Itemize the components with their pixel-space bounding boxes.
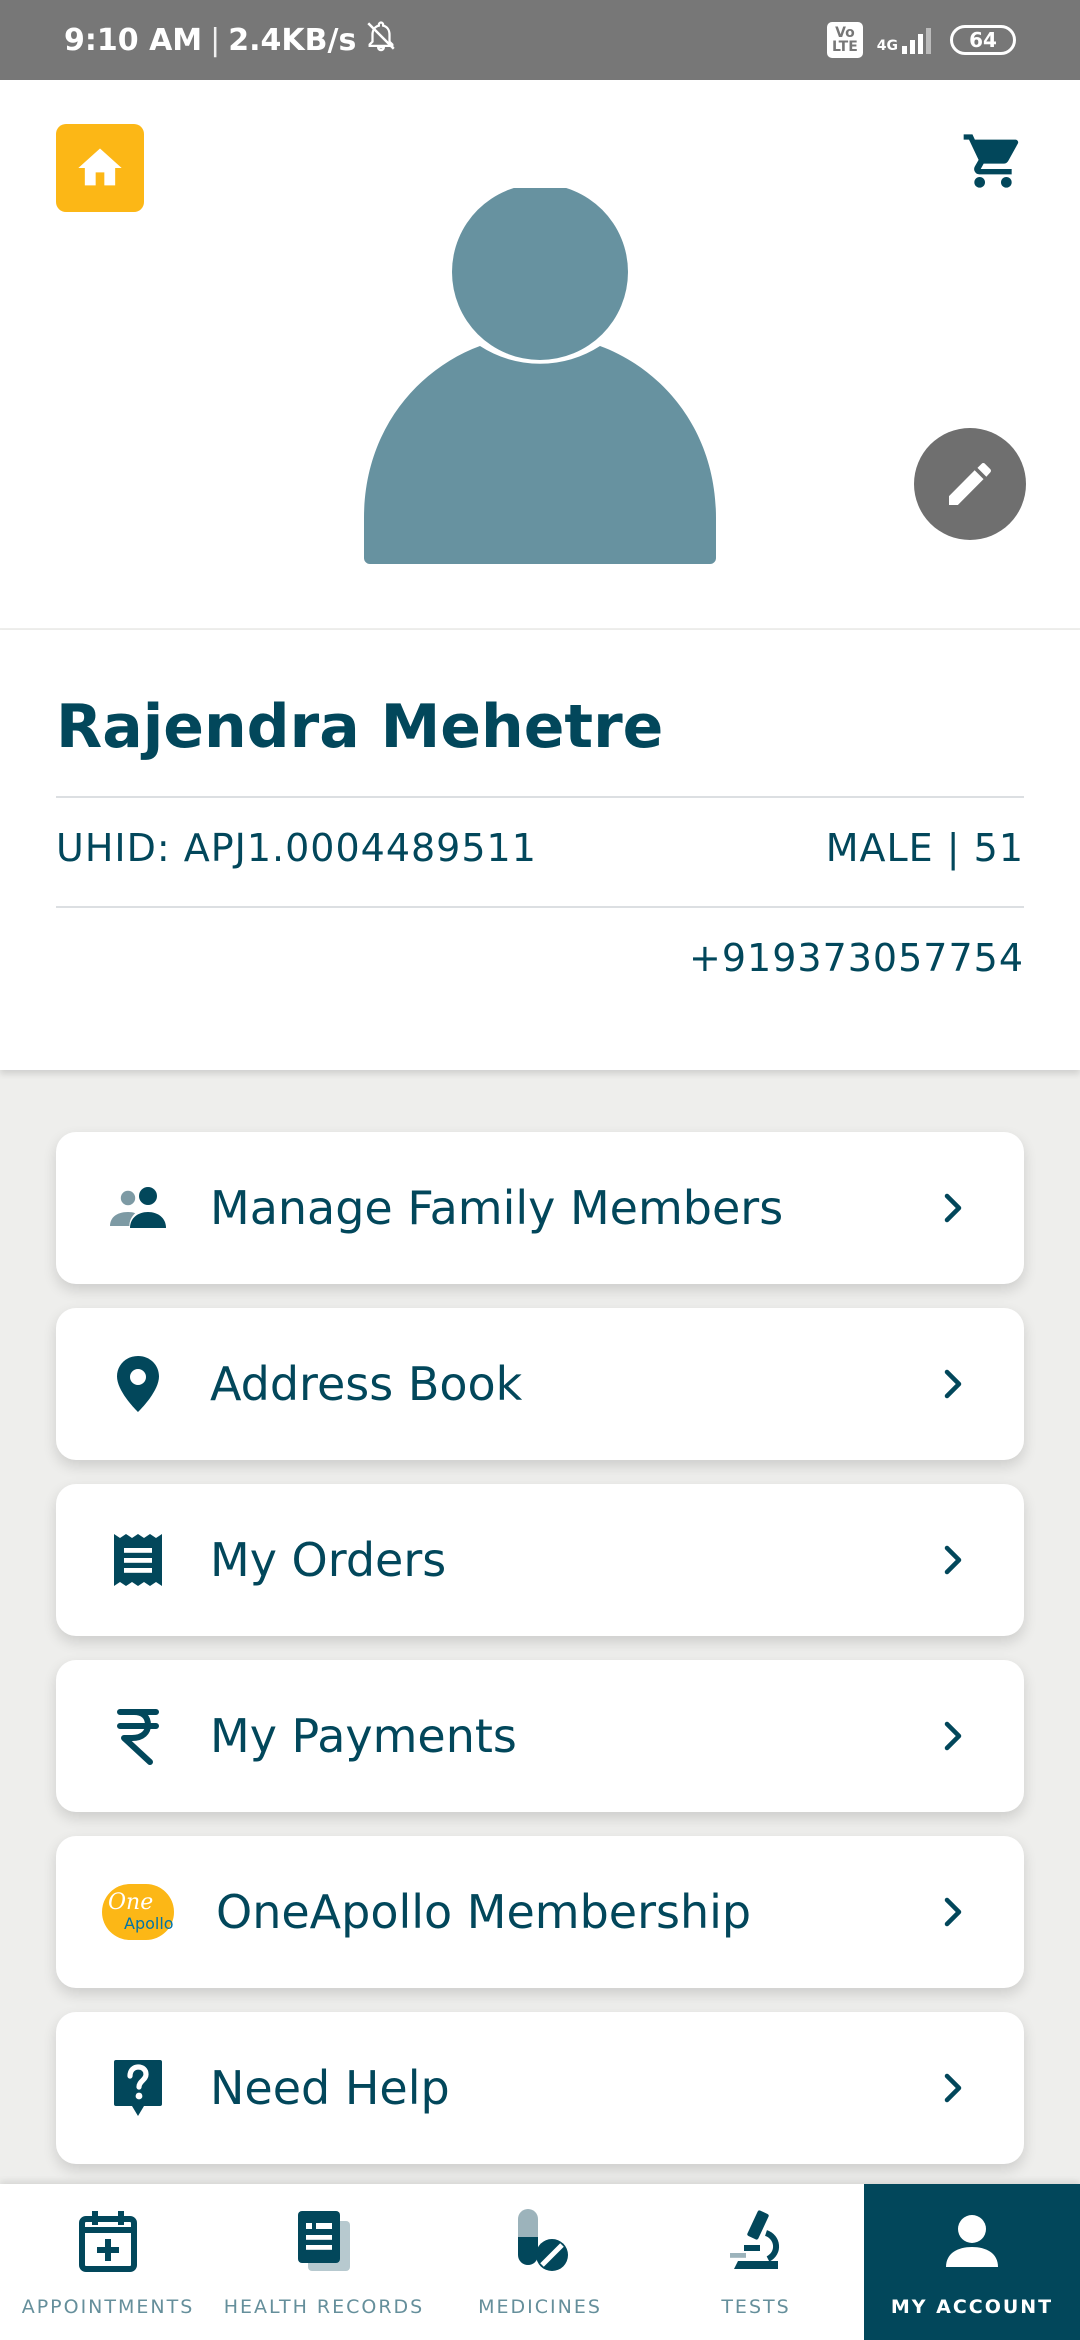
battery-level: 64 [969, 28, 997, 52]
nav-medicines[interactable]: MEDICINES [432, 2184, 648, 2340]
nav-my-account[interactable]: MY ACCOUNT [864, 2184, 1080, 2340]
person-icon [939, 2208, 1005, 2274]
status-time: 9:10 AM [64, 22, 203, 58]
rupee-icon [102, 1704, 174, 1768]
avatar[interactable] [360, 184, 720, 568]
edit-profile-button[interactable] [914, 428, 1026, 540]
uhid-text: UHID: APJ1.0004489511 [56, 826, 537, 870]
pencil-icon [949, 463, 991, 505]
logo-text-one: One [108, 1890, 154, 1915]
menu-item-label: Need Help [210, 2061, 450, 2115]
status-speed: 2.4KB/s [228, 22, 357, 58]
calendar-plus-icon [75, 2208, 141, 2274]
nav-label: APPOINTMENTS [21, 2296, 195, 2318]
menu-item-address-book[interactable]: Address Book [56, 1308, 1024, 1460]
bottom-navigation: APPOINTMENTS HEALTH RECORDS MEDICINES TE… [0, 2184, 1080, 2340]
menu-item-label: My Payments [210, 1709, 517, 1763]
status-bar: 9:10 AM | 2.4KB/s Vo LTE 4G 64 [0, 0, 1080, 80]
nav-health-records[interactable]: HEALTH RECORDS [216, 2184, 432, 2340]
microscope-icon [723, 2208, 789, 2274]
menu-item-label: Address Book [210, 1357, 523, 1411]
pills-icon [507, 2208, 573, 2274]
volte-icon: Vo LTE [827, 22, 863, 58]
chevron-right-icon [944, 1897, 962, 1927]
phone-number: +919373057754 [689, 936, 1024, 980]
family-icon [102, 1176, 174, 1240]
menu-item-label: My Orders [210, 1533, 447, 1587]
menu-item-my-payments[interactable]: My Payments [56, 1660, 1024, 1812]
chevron-right-icon [944, 1545, 962, 1575]
network-type: 4G [876, 38, 898, 54]
volte-top: Vo [835, 25, 855, 41]
home-button[interactable] [56, 124, 144, 212]
menu-item-need-help[interactable]: Need Help [56, 2012, 1024, 2164]
menu-item-my-orders[interactable]: My Orders [56, 1484, 1024, 1636]
nav-tests[interactable]: TESTS [648, 2184, 864, 2340]
nav-appointments[interactable]: APPOINTMENTS [0, 2184, 216, 2340]
nav-label: TESTS [721, 2296, 791, 2318]
profile-header [0, 80, 1080, 628]
profile-name: Rajendra Mehetre [56, 692, 664, 762]
battery-icon: 64 [950, 25, 1016, 55]
menu-item-oneapollo-membership[interactable]: One Apollo OneApollo Membership [56, 1836, 1024, 1988]
oneapollo-logo: One Apollo [102, 1880, 174, 1944]
nav-label: MEDICINES [478, 2296, 602, 2318]
volte-bottom: LTE [832, 39, 858, 55]
profile-info: Rajendra Mehetre UHID: APJ1.0004489511 M… [0, 630, 1080, 1070]
cart-button[interactable] [958, 126, 1028, 196]
divider [56, 796, 1024, 798]
menu-item-label: Manage Family Members [210, 1181, 784, 1235]
menu-item-manage-family[interactable]: Manage Family Members [56, 1132, 1024, 1284]
location-pin-icon [102, 1352, 174, 1416]
logo-text-apollo: Apollo [124, 1914, 174, 1933]
receipt-icon [102, 1528, 174, 1592]
divider [56, 906, 1024, 908]
nav-label: MY ACCOUNT [890, 2296, 1054, 2318]
signal-icon: 4G [877, 26, 936, 54]
records-icon [291, 2208, 357, 2274]
nav-label: HEALTH RECORDS [223, 2296, 425, 2318]
home-icon [78, 148, 122, 186]
bell-off-icon [364, 19, 398, 61]
status-left: 9:10 AM | 2.4KB/s [64, 19, 398, 61]
cart-icon [963, 134, 1019, 188]
status-right: Vo LTE 4G 64 [827, 22, 1016, 58]
chevron-right-icon [944, 2073, 962, 2103]
chevron-right-icon [944, 1721, 962, 1751]
chevron-right-icon [944, 1369, 962, 1399]
chevron-right-icon [944, 1193, 962, 1223]
menu-item-label: OneApollo Membership [216, 1885, 752, 1939]
gender-age-text: MALE | 51 [825, 826, 1024, 870]
status-separator: | [210, 22, 221, 58]
help-icon [102, 2056, 174, 2120]
